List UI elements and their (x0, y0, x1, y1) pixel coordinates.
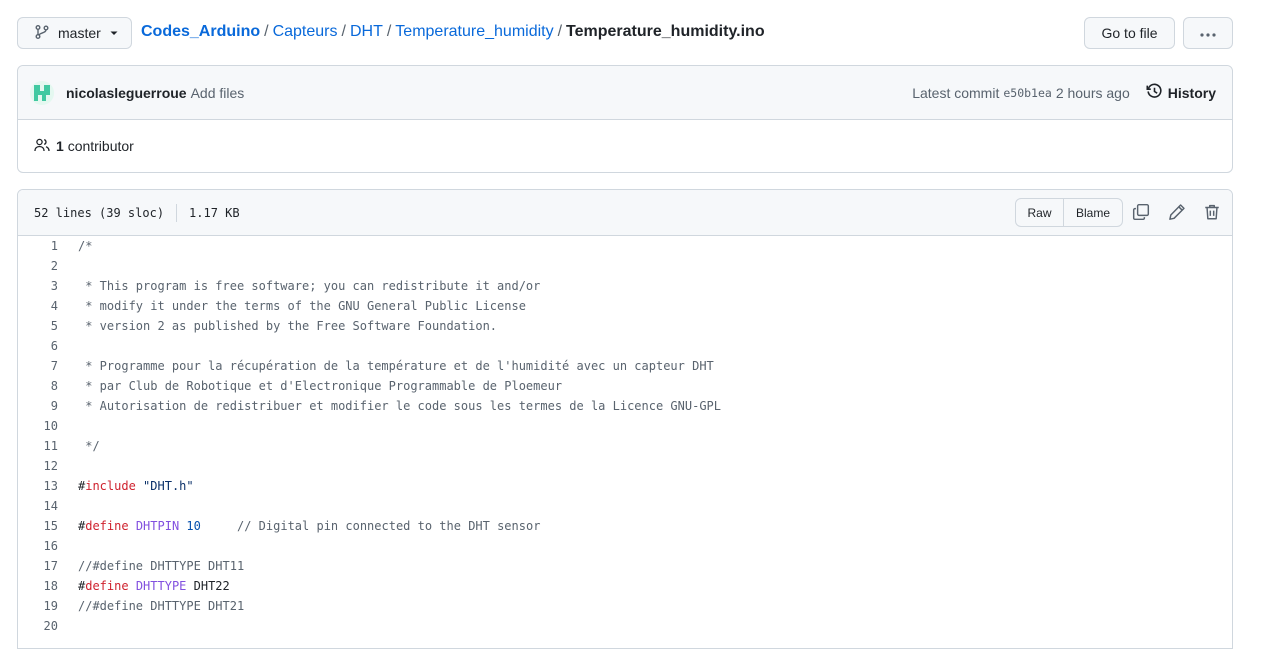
raw-blame-button-group: Raw Blame (1015, 198, 1123, 227)
file-header: 52 lines (39 sloc) 1.17 KB Raw Blame (18, 190, 1232, 236)
divider (176, 203, 178, 222)
line-number[interactable]: 11 (18, 439, 58, 453)
breadcrumb-link-temperature-humidity[interactable]: Temperature_humidity (395, 23, 553, 40)
line-number[interactable]: 20 (18, 619, 58, 633)
go-to-file-button[interactable]: Go to file (1084, 17, 1175, 49)
file-navigation: master Codes_Arduino / Capteurs / DHT / Temper… (17, 17, 1233, 49)
code-line: 13 #include "DHT.h" (18, 476, 1232, 496)
line-number[interactable]: 13 (18, 479, 58, 493)
file-size: 1.17 KB (189, 205, 240, 220)
file-line-count: 52 lines (39 sloc) (34, 205, 165, 220)
line-number[interactable]: 12 (18, 459, 58, 473)
commit-row: nicolasleguerroue Add files Latest commi… (18, 66, 1232, 120)
commit-meta: Latest commit e50b1ea 2 hours ago Histor… (912, 66, 1216, 120)
breadcrumb: Codes_Arduino / Capteurs / DHT / Temperature_h… (141, 23, 765, 40)
contributor-count: 1 (56, 138, 64, 154)
line-number[interactable]: 6 (18, 339, 58, 353)
line-number[interactable]: 4 (18, 299, 58, 313)
breadcrumb-current-file: Temperature_humidity.ino (566, 23, 765, 40)
line-number[interactable]: 16 (18, 539, 58, 553)
breadcrumb-repo-link[interactable]: Codes_Arduino (141, 23, 260, 40)
code-line: 1 /* (18, 236, 1232, 256)
contributors-row[interactable]: 1 contributor (18, 120, 1232, 172)
code-line: 14 (18, 496, 1232, 516)
line-number[interactable]: 8 (18, 379, 58, 393)
line-content: * Autorisation de redistribuer et modifi… (78, 399, 721, 413)
kebab-horizontal-icon (1199, 25, 1217, 41)
history-link[interactable]: History (1146, 83, 1216, 103)
more-options-button[interactable] (1183, 17, 1233, 49)
line-number[interactable]: 1 (18, 239, 58, 253)
line-content: #include "DHT.h" (78, 479, 194, 493)
file-viewer: 52 lines (39 sloc) 1.17 KB Raw Blame 1 /*… (17, 189, 1233, 649)
blame-button[interactable]: Blame (1064, 199, 1122, 226)
line-content: * Programme pour la récupération de la t… (78, 359, 714, 373)
contributor-label: contributor (67, 138, 134, 154)
copy-icon[interactable] (1132, 203, 1150, 221)
line-content: /* (78, 239, 93, 253)
breadcrumb-link-capteurs[interactable]: Capteurs (273, 23, 338, 40)
history-label: History (1167, 85, 1216, 101)
line-number[interactable]: 14 (18, 499, 58, 513)
line-number[interactable]: 5 (18, 319, 58, 333)
avatar[interactable] (30, 80, 54, 105)
branch-name: master (58, 25, 101, 41)
code-line: 11 */ (18, 436, 1232, 456)
code-line: 20 (18, 616, 1232, 636)
line-content: * version 2 as published by the Free Sof… (78, 319, 498, 333)
caret-down-icon (109, 25, 119, 41)
git-branch-icon (34, 24, 50, 43)
trash-icon[interactable] (1203, 203, 1221, 221)
code-line: 17 //#define DHTTYPE DHT11 (18, 556, 1232, 576)
code-line: 7 * Programme pour la récupération de la… (18, 356, 1232, 376)
code-line: 12 (18, 456, 1232, 476)
line-content: * par Club de Robotique et d'Electroniqu… (78, 379, 563, 393)
commit-message[interactable]: Add files (191, 85, 245, 101)
code-line: 4 * modify it under the terms of the GNU… (18, 296, 1232, 316)
code-line: 16 (18, 536, 1232, 556)
line-content: #define DHTTYPE DHT22 (78, 579, 230, 593)
code-line: 9 * Autorisation de redistribuer et modi… (18, 396, 1232, 416)
breadcrumb-link-dht[interactable]: DHT (350, 23, 383, 40)
line-content: */ (78, 439, 100, 453)
commit-author[interactable]: nicolasleguerroue (66, 85, 187, 101)
code-listing: 1 /* 2 3 * This program is free software; y… (18, 236, 1232, 636)
code-line: 3 * This program is free software; you c… (18, 276, 1232, 296)
commit-sha-link[interactable]: e50b1ea (1003, 86, 1051, 100)
line-content: #define DHTPIN 10 // Digital pin connect… (78, 519, 541, 533)
latest-commit-label: Latest commit (912, 85, 1000, 101)
code-line: 8 * par Club de Robotique et d'Electroni… (18, 376, 1232, 396)
line-number[interactable]: 7 (18, 359, 58, 373)
line-number[interactable]: 9 (18, 399, 58, 413)
code-line: 15 #define DHTPIN 10 // Digital pin conne… (18, 516, 1232, 536)
line-number[interactable]: 3 (18, 279, 58, 293)
line-number[interactable]: 2 (18, 259, 58, 273)
line-content: * This program is free software; you can… (78, 279, 541, 293)
line-number[interactable]: 10 (18, 419, 58, 433)
code-line: 19 //#define DHTTYPE DHT21 (18, 596, 1232, 616)
latest-commit-box: nicolasleguerroue Add files Latest commi… (17, 65, 1233, 173)
code-line: 5 * version 2 as published by the Free S… (18, 316, 1232, 336)
code-line: 2 (18, 256, 1232, 276)
code-line: 10 (18, 416, 1232, 436)
line-content: //#define DHTTYPE DHT11 (78, 559, 245, 573)
history-icon (1146, 83, 1163, 103)
commit-time: 2 hours ago (1055, 85, 1130, 101)
raw-button[interactable]: Raw (1016, 199, 1064, 226)
line-number[interactable]: 19 (18, 599, 58, 613)
line-content: //#define DHTTYPE DHT21 (78, 599, 245, 613)
line-number[interactable]: 17 (18, 559, 58, 573)
people-icon (34, 137, 50, 156)
pencil-icon[interactable] (1168, 203, 1186, 221)
branch-selector-button[interactable]: master (17, 17, 132, 49)
code-line: 6 (18, 336, 1232, 356)
line-number[interactable]: 18 (18, 579, 58, 593)
line-number[interactable]: 15 (18, 519, 58, 533)
line-content: * modify it under the terms of the GNU G… (78, 299, 526, 313)
code-line: 18 #define DHTTYPE DHT22 (18, 576, 1232, 596)
